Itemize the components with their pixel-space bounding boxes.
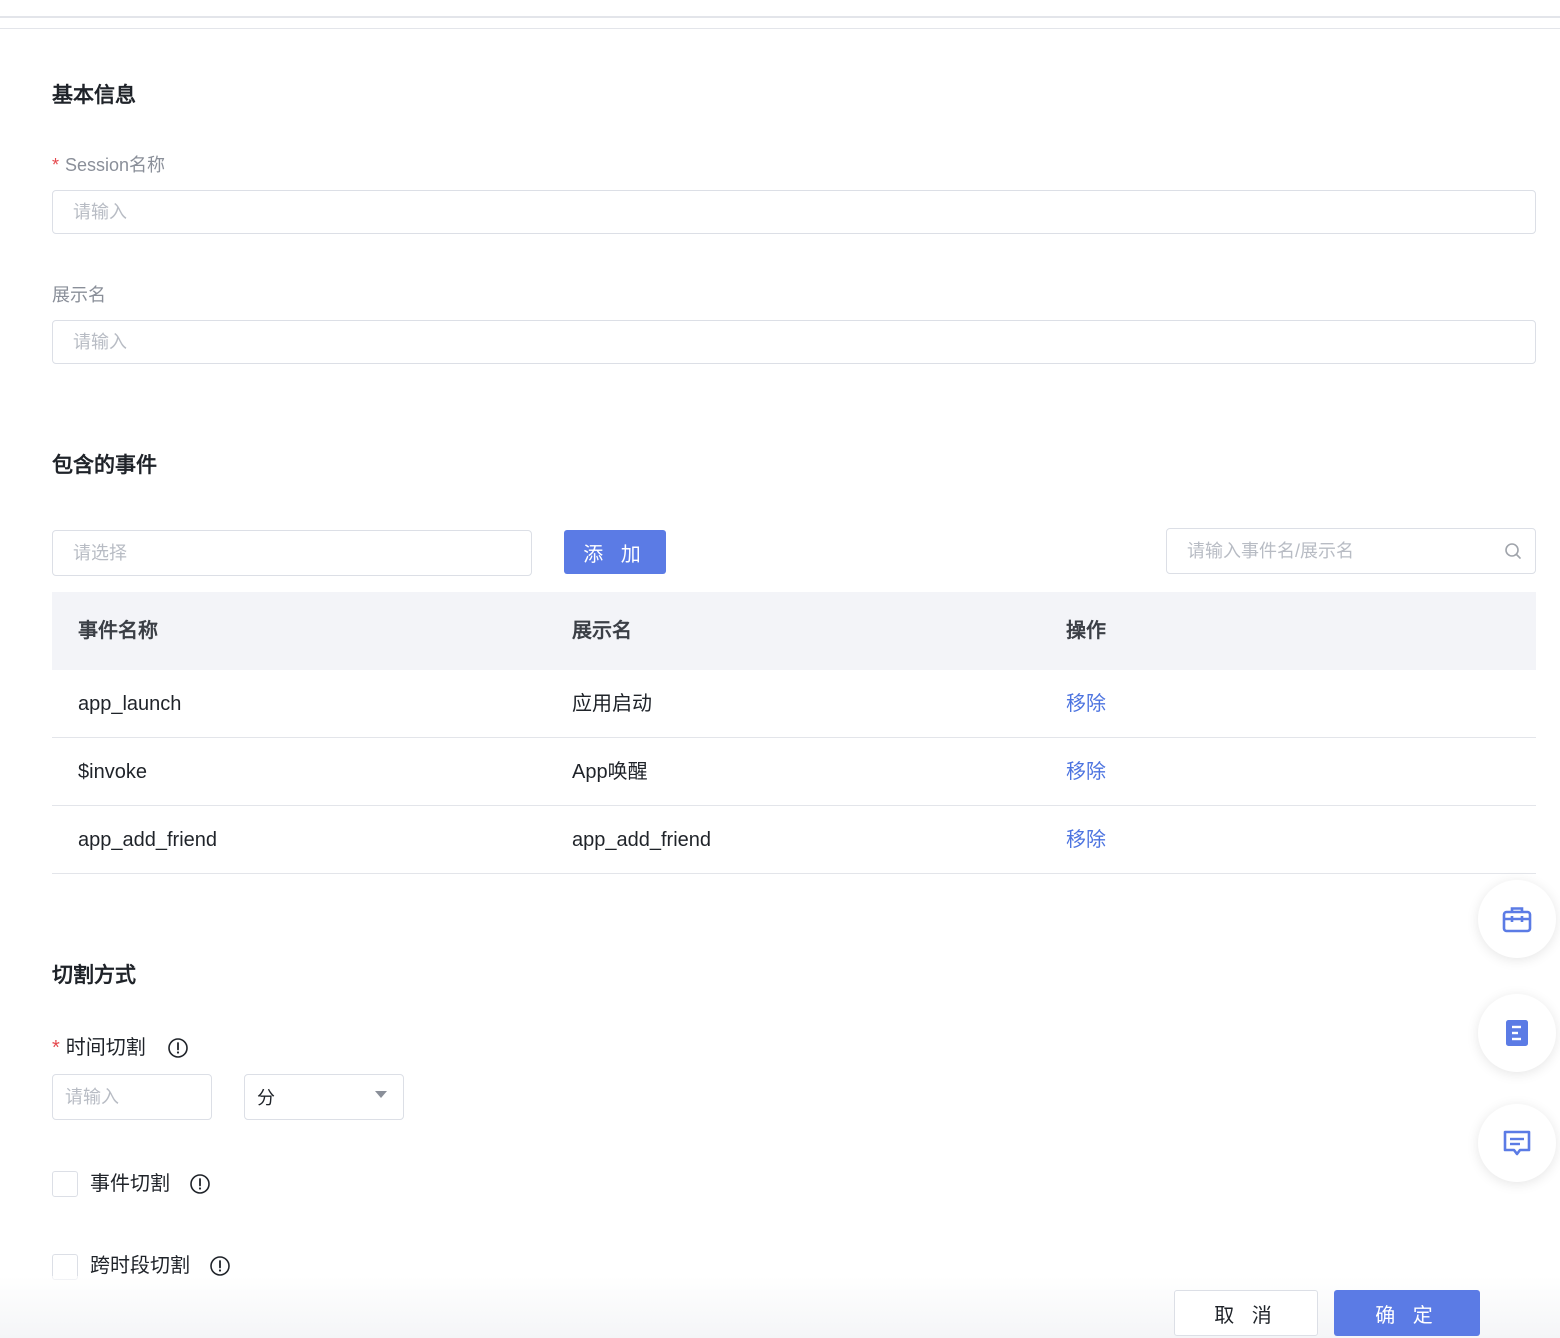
cancel-button[interactable]: 取 消 [1174, 1290, 1318, 1336]
section-title-split-method: 切割方式 [52, 964, 136, 987]
event-select[interactable] [52, 530, 532, 576]
confirm-button[interactable]: 确 定 [1334, 1290, 1480, 1336]
cross-period-split-label: 跨时段切割 [90, 1255, 190, 1277]
session-name-label-text: Session名称 [65, 155, 166, 175]
session-name-input[interactable] [52, 190, 1536, 234]
display-name-cell: app_add_friend [572, 828, 712, 851]
time-split-input[interactable] [52, 1074, 212, 1120]
toolbox-float-button[interactable] [1478, 880, 1556, 958]
top-divider [0, 16, 1560, 18]
info-icon[interactable] [189, 1173, 211, 1195]
section-title-basic-info: 基本信息 [52, 84, 136, 107]
column-header-display-name: 展示名 [572, 620, 632, 642]
feedback-float-button[interactable] [1478, 1104, 1556, 1182]
table-header: 事件名称 展示名 操作 [52, 592, 1536, 670]
required-mark: * [52, 1037, 60, 1059]
section-title-events: 包含的事件 [52, 454, 157, 477]
event-split-label: 事件切割 [90, 1173, 170, 1195]
display-name-cell: App唤醒 [572, 760, 648, 783]
feedback-icon [1503, 1130, 1531, 1156]
remove-event-link[interactable]: 移除 [1066, 693, 1106, 715]
event-name-cell: app_launch [78, 692, 182, 715]
event-search-input[interactable] [1166, 528, 1536, 574]
events-table: 事件名称 展示名 操作 app_launch 应用启动 移除 $invoke A… [52, 592, 1536, 874]
footer-bar [0, 1276, 1560, 1338]
document-icon [1506, 1020, 1528, 1046]
search-icon[interactable] [1504, 542, 1522, 560]
info-icon[interactable] [167, 1037, 189, 1059]
event-name-cell: app_add_friend [78, 828, 218, 851]
column-header-event-name: 事件名称 [78, 620, 158, 642]
display-name-input[interactable] [52, 320, 1536, 364]
remove-event-link[interactable]: 移除 [1066, 829, 1106, 851]
session-name-label: * Session名称 [52, 154, 165, 176]
time-unit-select[interactable]: 分 [244, 1074, 404, 1120]
top-divider-secondary [0, 28, 1560, 29]
time-split-label-text: 时间切割 [65, 1037, 146, 1059]
table-row: app_add_friend app_add_friend 移除 [52, 806, 1536, 874]
table-row: app_launch 应用启动 移除 [52, 670, 1536, 738]
display-name-cell: 应用启动 [572, 692, 652, 715]
chevron-down-icon [375, 1091, 387, 1098]
document-float-button[interactable] [1478, 994, 1556, 1072]
display-name-label: 展示名 [52, 285, 106, 305]
time-split-label: * 时间切割 [52, 1037, 146, 1059]
event-name-cell: $invoke [78, 760, 147, 783]
column-header-action: 操作 [1066, 620, 1106, 642]
event-split-checkbox[interactable] [52, 1171, 78, 1197]
info-icon[interactable] [209, 1255, 231, 1277]
add-event-button[interactable]: 添 加 [564, 530, 666, 574]
toolbox-icon [1502, 907, 1532, 933]
table-row: $invoke App唤醒 移除 [52, 738, 1536, 806]
time-unit-value: 分 [257, 1088, 275, 1108]
required-mark: * [52, 155, 60, 175]
remove-event-link[interactable]: 移除 [1066, 761, 1106, 783]
